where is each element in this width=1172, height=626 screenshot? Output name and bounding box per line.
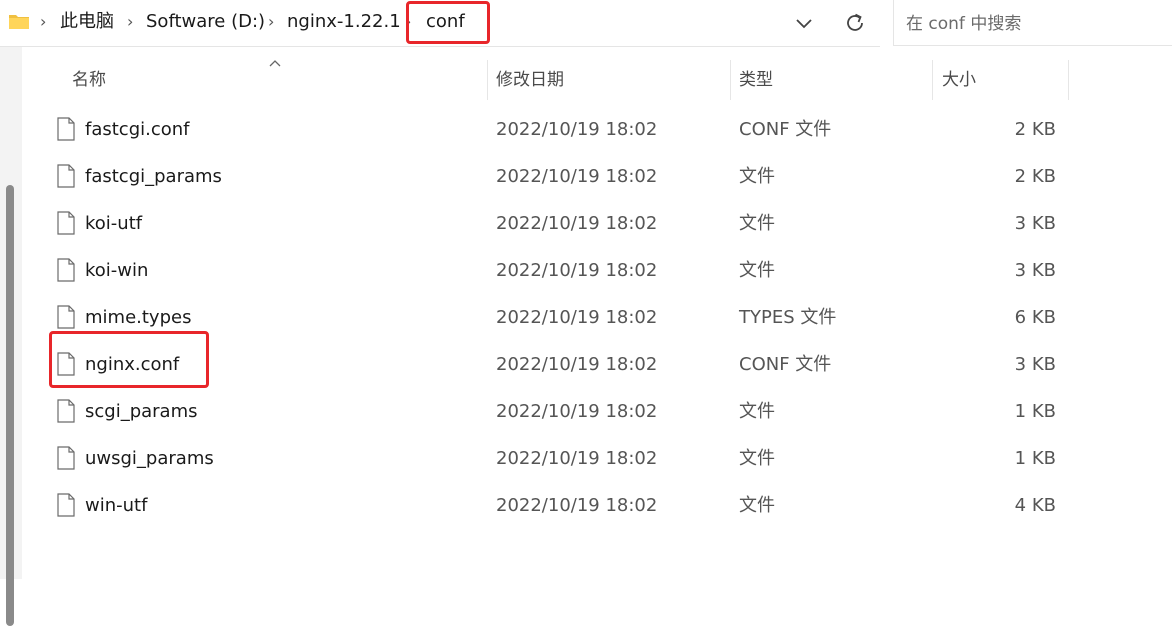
file-type: TYPES 文件 bbox=[739, 307, 837, 328]
chevron-down-icon[interactable] bbox=[792, 12, 816, 34]
breadcrumb-software-drive[interactable]: Software (D:) bbox=[146, 10, 265, 34]
breadcrumb-this-pc[interactable]: 此电脑 bbox=[60, 10, 114, 34]
file-size: 2 KB bbox=[1014, 119, 1056, 140]
file-name[interactable]: koi-utf bbox=[85, 212, 142, 236]
column-header-size[interactable]: 大小 bbox=[942, 68, 976, 92]
highlight-box-file bbox=[49, 331, 209, 388]
file-row[interactable]: win-utf 2022/10/19 18:02 文件 4 KB bbox=[40, 483, 1070, 529]
scrollbar-thumb[interactable] bbox=[6, 185, 14, 626]
file-row[interactable]: koi-win 2022/10/19 18:02 文件 3 KB bbox=[40, 248, 1070, 294]
file-type: 文件 bbox=[739, 401, 775, 422]
chevron-right-icon[interactable]: › bbox=[268, 10, 274, 34]
column-header-date[interactable]: 修改日期 bbox=[496, 68, 564, 92]
file-type: 文件 bbox=[739, 213, 775, 234]
column-divider[interactable] bbox=[730, 60, 731, 100]
file-size: 1 KB bbox=[1014, 401, 1056, 422]
file-modified-date: 2022/10/19 18:02 bbox=[496, 354, 658, 375]
folder-icon bbox=[9, 15, 29, 29]
file-size: 6 KB bbox=[1014, 307, 1056, 328]
file-modified-date: 2022/10/19 18:02 bbox=[496, 401, 658, 422]
file-name[interactable]: win-utf bbox=[85, 494, 147, 518]
file-row[interactable]: uwsgi_params 2022/10/19 18:02 文件 1 KB bbox=[40, 436, 1070, 482]
file-icon bbox=[57, 399, 75, 423]
file-type: 文件 bbox=[739, 448, 775, 469]
column-divider[interactable] bbox=[932, 60, 933, 100]
refresh-icon[interactable] bbox=[842, 10, 868, 36]
column-header-type[interactable]: 类型 bbox=[739, 68, 773, 92]
search-box[interactable] bbox=[893, 0, 1172, 46]
file-type: 文件 bbox=[739, 495, 775, 516]
file-row[interactable]: fastcgi_params 2022/10/19 18:02 文件 2 KB bbox=[40, 154, 1070, 200]
file-modified-date: 2022/10/19 18:02 bbox=[496, 213, 658, 234]
search-input[interactable] bbox=[904, 10, 1163, 38]
file-size: 3 KB bbox=[1014, 354, 1056, 375]
file-icon bbox=[57, 493, 75, 517]
file-modified-date: 2022/10/19 18:02 bbox=[496, 448, 658, 469]
file-size: 3 KB bbox=[1014, 213, 1056, 234]
file-icon bbox=[57, 164, 75, 188]
file-name[interactable]: mime.types bbox=[85, 306, 191, 330]
file-row[interactable]: nginx.conf 2022/10/19 18:02 CONF 文件 3 KB bbox=[40, 331, 1070, 388]
chevron-right-icon[interactable]: › bbox=[40, 10, 46, 34]
file-name[interactable]: fastcgi_params bbox=[85, 165, 222, 189]
file-icon bbox=[57, 446, 75, 470]
file-name[interactable]: scgi_params bbox=[85, 400, 198, 424]
file-name[interactable]: uwsgi_params bbox=[85, 447, 214, 471]
file-row[interactable]: koi-utf 2022/10/19 18:02 文件 3 KB bbox=[40, 201, 1070, 247]
breadcrumb-nginx-folder[interactable]: nginx-1.22.1 bbox=[287, 10, 401, 34]
file-size: 4 KB bbox=[1014, 495, 1056, 516]
navigation-pane-scrollbar[interactable] bbox=[0, 47, 22, 626]
file-size: 2 KB bbox=[1014, 166, 1056, 187]
file-name[interactable]: koi-win bbox=[85, 259, 148, 283]
address-bar[interactable]: › 此电脑 › Software (D:) › nginx-1.22.1 › c… bbox=[0, 0, 880, 47]
file-icon bbox=[57, 258, 75, 282]
file-type: 文件 bbox=[739, 166, 775, 187]
file-size: 3 KB bbox=[1014, 260, 1056, 281]
file-name[interactable]: fastcgi.conf bbox=[85, 118, 190, 142]
chevron-right-icon[interactable]: › bbox=[127, 10, 133, 34]
column-divider[interactable] bbox=[1068, 60, 1069, 100]
file-modified-date: 2022/10/19 18:02 bbox=[496, 307, 658, 328]
file-row[interactable]: fastcgi.conf 2022/10/19 18:02 CONF 文件 2 KB bbox=[40, 107, 1070, 153]
file-type: CONF 文件 bbox=[739, 354, 832, 375]
file-modified-date: 2022/10/19 18:02 bbox=[496, 166, 658, 187]
column-header-name[interactable]: 名称 bbox=[72, 68, 106, 92]
sort-ascending-icon bbox=[269, 60, 281, 67]
file-modified-date: 2022/10/19 18:02 bbox=[496, 495, 658, 516]
file-type: CONF 文件 bbox=[739, 119, 832, 140]
column-divider[interactable] bbox=[487, 60, 488, 100]
file-modified-date: 2022/10/19 18:02 bbox=[496, 260, 658, 281]
file-icon bbox=[57, 305, 75, 329]
highlight-box-conf bbox=[406, 1, 490, 44]
file-modified-date: 2022/10/19 18:02 bbox=[496, 119, 658, 140]
file-icon bbox=[57, 211, 75, 235]
file-size: 1 KB bbox=[1014, 448, 1056, 469]
file-row[interactable]: scgi_params 2022/10/19 18:02 文件 1 KB bbox=[40, 389, 1070, 435]
file-type: 文件 bbox=[739, 260, 775, 281]
file-icon bbox=[57, 117, 75, 141]
